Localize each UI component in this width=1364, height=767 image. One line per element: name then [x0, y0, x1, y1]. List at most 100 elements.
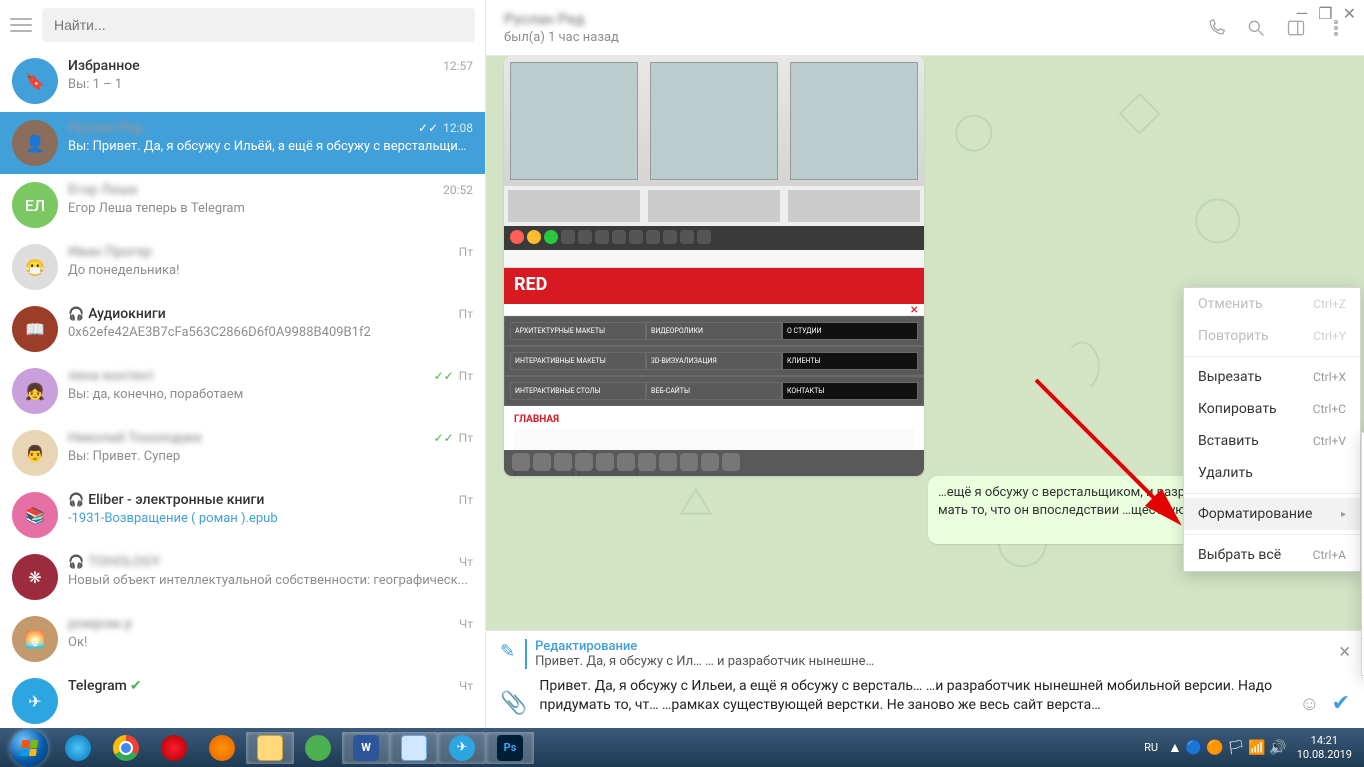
- taskbar-ie[interactable]: [54, 732, 102, 764]
- chat-avatar: ❋: [12, 554, 58, 600]
- chat-name: Николай Тохолоджи: [68, 430, 202, 446]
- chat-avatar: ✈: [12, 678, 58, 724]
- taskbar-explorer[interactable]: [246, 732, 294, 764]
- chat-subtitle: был(а) 1 час назад: [504, 30, 619, 45]
- chat-preview: Егор Леша теперь в Telegram: [68, 201, 473, 216]
- tray-icons[interactable]: ▲ 🔵 🟠 🏳 📶 🔊: [1168, 739, 1287, 756]
- chat-preview: 0x62efe42AE3B7cFa563C2866D6f0A9988B409B1…: [68, 325, 473, 340]
- chat-time: Пт: [459, 307, 473, 321]
- site-heading: ГЛАВНАЯ: [514, 414, 914, 425]
- chat-name: Егор Леша: [68, 182, 137, 198]
- chat-item[interactable]: 👨 Николай Тохолоджи ✓✓ Пт Вы: Привет. Су…: [0, 422, 485, 484]
- window-minimize[interactable]: —: [1296, 4, 1309, 23]
- chat-item[interactable]: ✈ Telegram✔ Чт: [0, 670, 485, 728]
- chat-time: 12:57: [443, 59, 473, 73]
- chat-name: ромром р: [68, 616, 132, 632]
- chat-time: ✓✓ 12:08: [418, 121, 473, 135]
- start-button[interactable]: [10, 729, 48, 767]
- chat-name: 🎧Аудиокниги: [68, 306, 166, 322]
- chat-time: Чт: [459, 679, 473, 693]
- message-image-attachment[interactable]: RED × АРХИТЕКТУРНЫЕ МАКЕТЫВИДЕОРОЛИКИО С…: [504, 56, 924, 476]
- chat-item[interactable]: ❋ 🎧TOHOLOGY Чт Новый объект интеллектуал…: [0, 546, 485, 608]
- tray-lang[interactable]: RU: [1144, 741, 1158, 754]
- edit-preview: Привет. Да, я обсужу с Ил… … и разработч…: [535, 654, 1329, 669]
- ctx-main-item: ОтменитьCtrl+Z: [1184, 288, 1360, 320]
- context-menu-main: ОтменитьCtrl+ZПовторитьCtrl+Y ВырезатьCtr…: [1183, 287, 1361, 572]
- emoji-icon[interactable]: ☺: [1299, 691, 1319, 716]
- chat-avatar: 📚: [12, 492, 58, 538]
- chat-avatar: 👤: [12, 120, 58, 166]
- chat-item[interactable]: 🔖 Избранное 12:57 Вы: 1 – 1: [0, 50, 485, 112]
- chat-item[interactable]: 📖 🎧Аудиокниги Пт 0x62efe42AE3B7cFa563C28…: [0, 298, 485, 360]
- chat-preview: Вы: Привет. Супер: [68, 449, 473, 464]
- chat-sidebar: 🔖 Избранное 12:57 Вы: 1 – 1 👤 Руслан Ред…: [0, 0, 486, 728]
- taskbar-chrome[interactable]: [102, 732, 150, 764]
- search-input[interactable]: [42, 8, 475, 42]
- chat-preview: До понедельника!: [68, 263, 473, 278]
- chat-time: Чт: [459, 555, 473, 569]
- chat-name: Telegram✔: [68, 678, 142, 694]
- chat-avatar: 🌅: [12, 616, 58, 662]
- chat-time: 20:52: [443, 183, 473, 197]
- ctx-main-item: ПовторитьCtrl+Y: [1184, 320, 1360, 352]
- taskbar-app-green[interactable]: [294, 732, 342, 764]
- chat-avatar: 👧: [12, 368, 58, 414]
- chat-item[interactable]: 👧 лена контент ✓✓ Пт Вы: да, конечно, по…: [0, 360, 485, 422]
- hamburger-menu-icon[interactable]: [10, 18, 32, 32]
- call-icon[interactable]: [1206, 18, 1226, 38]
- edit-title: Редактирование: [535, 639, 1329, 654]
- chat-time: ✓✓ Пт: [434, 431, 473, 445]
- search-in-chat-icon[interactable]: [1246, 18, 1266, 38]
- chat-time: ✓✓ Пт: [434, 369, 473, 383]
- taskbar-photoshop[interactable]: Ps: [486, 732, 534, 764]
- chat-item[interactable]: 📚 🎧Eliber - электронные книги Пт -1931-В…: [0, 484, 485, 546]
- attach-icon[interactable]: 📎: [500, 691, 527, 716]
- chat-title: Руслан Ред: [504, 10, 619, 28]
- chat-name: Иван Прогер: [68, 244, 152, 260]
- chat-item[interactable]: 😷 Иван Прогер Пт До понедельника!: [0, 236, 485, 298]
- compose-area: ✎ Редактирование Привет. Да, я обсужу с …: [486, 630, 1364, 728]
- chat-preview: Вы: Привет. Да, я обсужу с Ильёй, а ещё …: [68, 139, 473, 154]
- chat-name: 🎧TOHOLOGY: [68, 554, 161, 570]
- edit-pen-icon: ✎: [500, 641, 515, 662]
- chat-header: Руслан Ред был(а) 1 час назад: [486, 0, 1364, 56]
- ctx-main-item[interactable]: Форматирование▸: [1184, 498, 1360, 530]
- chat-avatar: 🔖: [12, 58, 58, 104]
- close-edit-icon[interactable]: ×: [1339, 639, 1350, 663]
- chat-name: лена контент: [68, 368, 155, 384]
- chat-item[interactable]: ЕЛ Егор Леша 20:52 Егор Леша теперь в Te…: [0, 174, 485, 236]
- chat-time: Пт: [459, 493, 473, 507]
- ctx-main-item[interactable]: Удалить: [1184, 457, 1360, 489]
- chat-item[interactable]: 🌅 ромром р Чт Ок!: [0, 608, 485, 670]
- chat-list: 🔖 Избранное 12:57 Вы: 1 – 1 👤 Руслан Ред…: [0, 50, 485, 728]
- chat-preview: Вы: да, конечно, поработаем: [68, 387, 473, 402]
- chat-preview: Ок!: [68, 635, 473, 650]
- chat-avatar: 📖: [12, 306, 58, 352]
- taskbar-telegram[interactable]: ✈: [438, 732, 486, 764]
- chat-name: 🎧Eliber - электронные книги: [68, 492, 264, 508]
- chat-avatar: ЕЛ: [12, 182, 58, 228]
- ctx-main-item[interactable]: Выбрать всёCtrl+A: [1184, 539, 1360, 571]
- chat-name: Руслан Ред: [68, 120, 143, 136]
- site-brand: RED: [504, 268, 924, 304]
- ctx-main-item[interactable]: ВставитьCtrl+V: [1184, 425, 1360, 457]
- ctx-main-item[interactable]: ВырезатьCtrl+X: [1184, 361, 1360, 393]
- ctx-main-item[interactable]: КопироватьCtrl+C: [1184, 393, 1360, 425]
- window-close[interactable]: ✕: [1343, 4, 1356, 23]
- chat-avatar: 👨: [12, 430, 58, 476]
- compose-input[interactable]: Привет. Да, я обсужу с Ильеи, а ещё я об…: [539, 677, 1287, 716]
- taskbar-firefox[interactable]: [198, 732, 246, 764]
- taskbar-word[interactable]: W: [342, 732, 390, 764]
- main-panel: Руслан Ред был(а) 1 час назад: [486, 0, 1364, 728]
- window-maximize[interactable]: ❐: [1318, 4, 1332, 23]
- send-button[interactable]: ✔: [1332, 691, 1350, 716]
- chat-preview: -1931-Возвращение ( роман ).epub: [68, 511, 473, 526]
- taskbar-opera[interactable]: [150, 732, 198, 764]
- chat-time: Чт: [459, 617, 473, 631]
- taskbar-notepad[interactable]: [390, 732, 438, 764]
- chat-avatar: 😷: [12, 244, 58, 290]
- chat-preview: Вы: 1 – 1: [68, 77, 473, 92]
- chat-item[interactable]: 👤 Руслан Ред ✓✓ 12:08 Вы: Привет. Да, я …: [0, 112, 485, 174]
- windows-taskbar: W ✈ Ps RU ▲ 🔵 🟠 🏳 📶 🔊 14:21 10.08.2019: [0, 728, 1364, 767]
- tray-clock[interactable]: 14:21 10.08.2019: [1297, 734, 1352, 760]
